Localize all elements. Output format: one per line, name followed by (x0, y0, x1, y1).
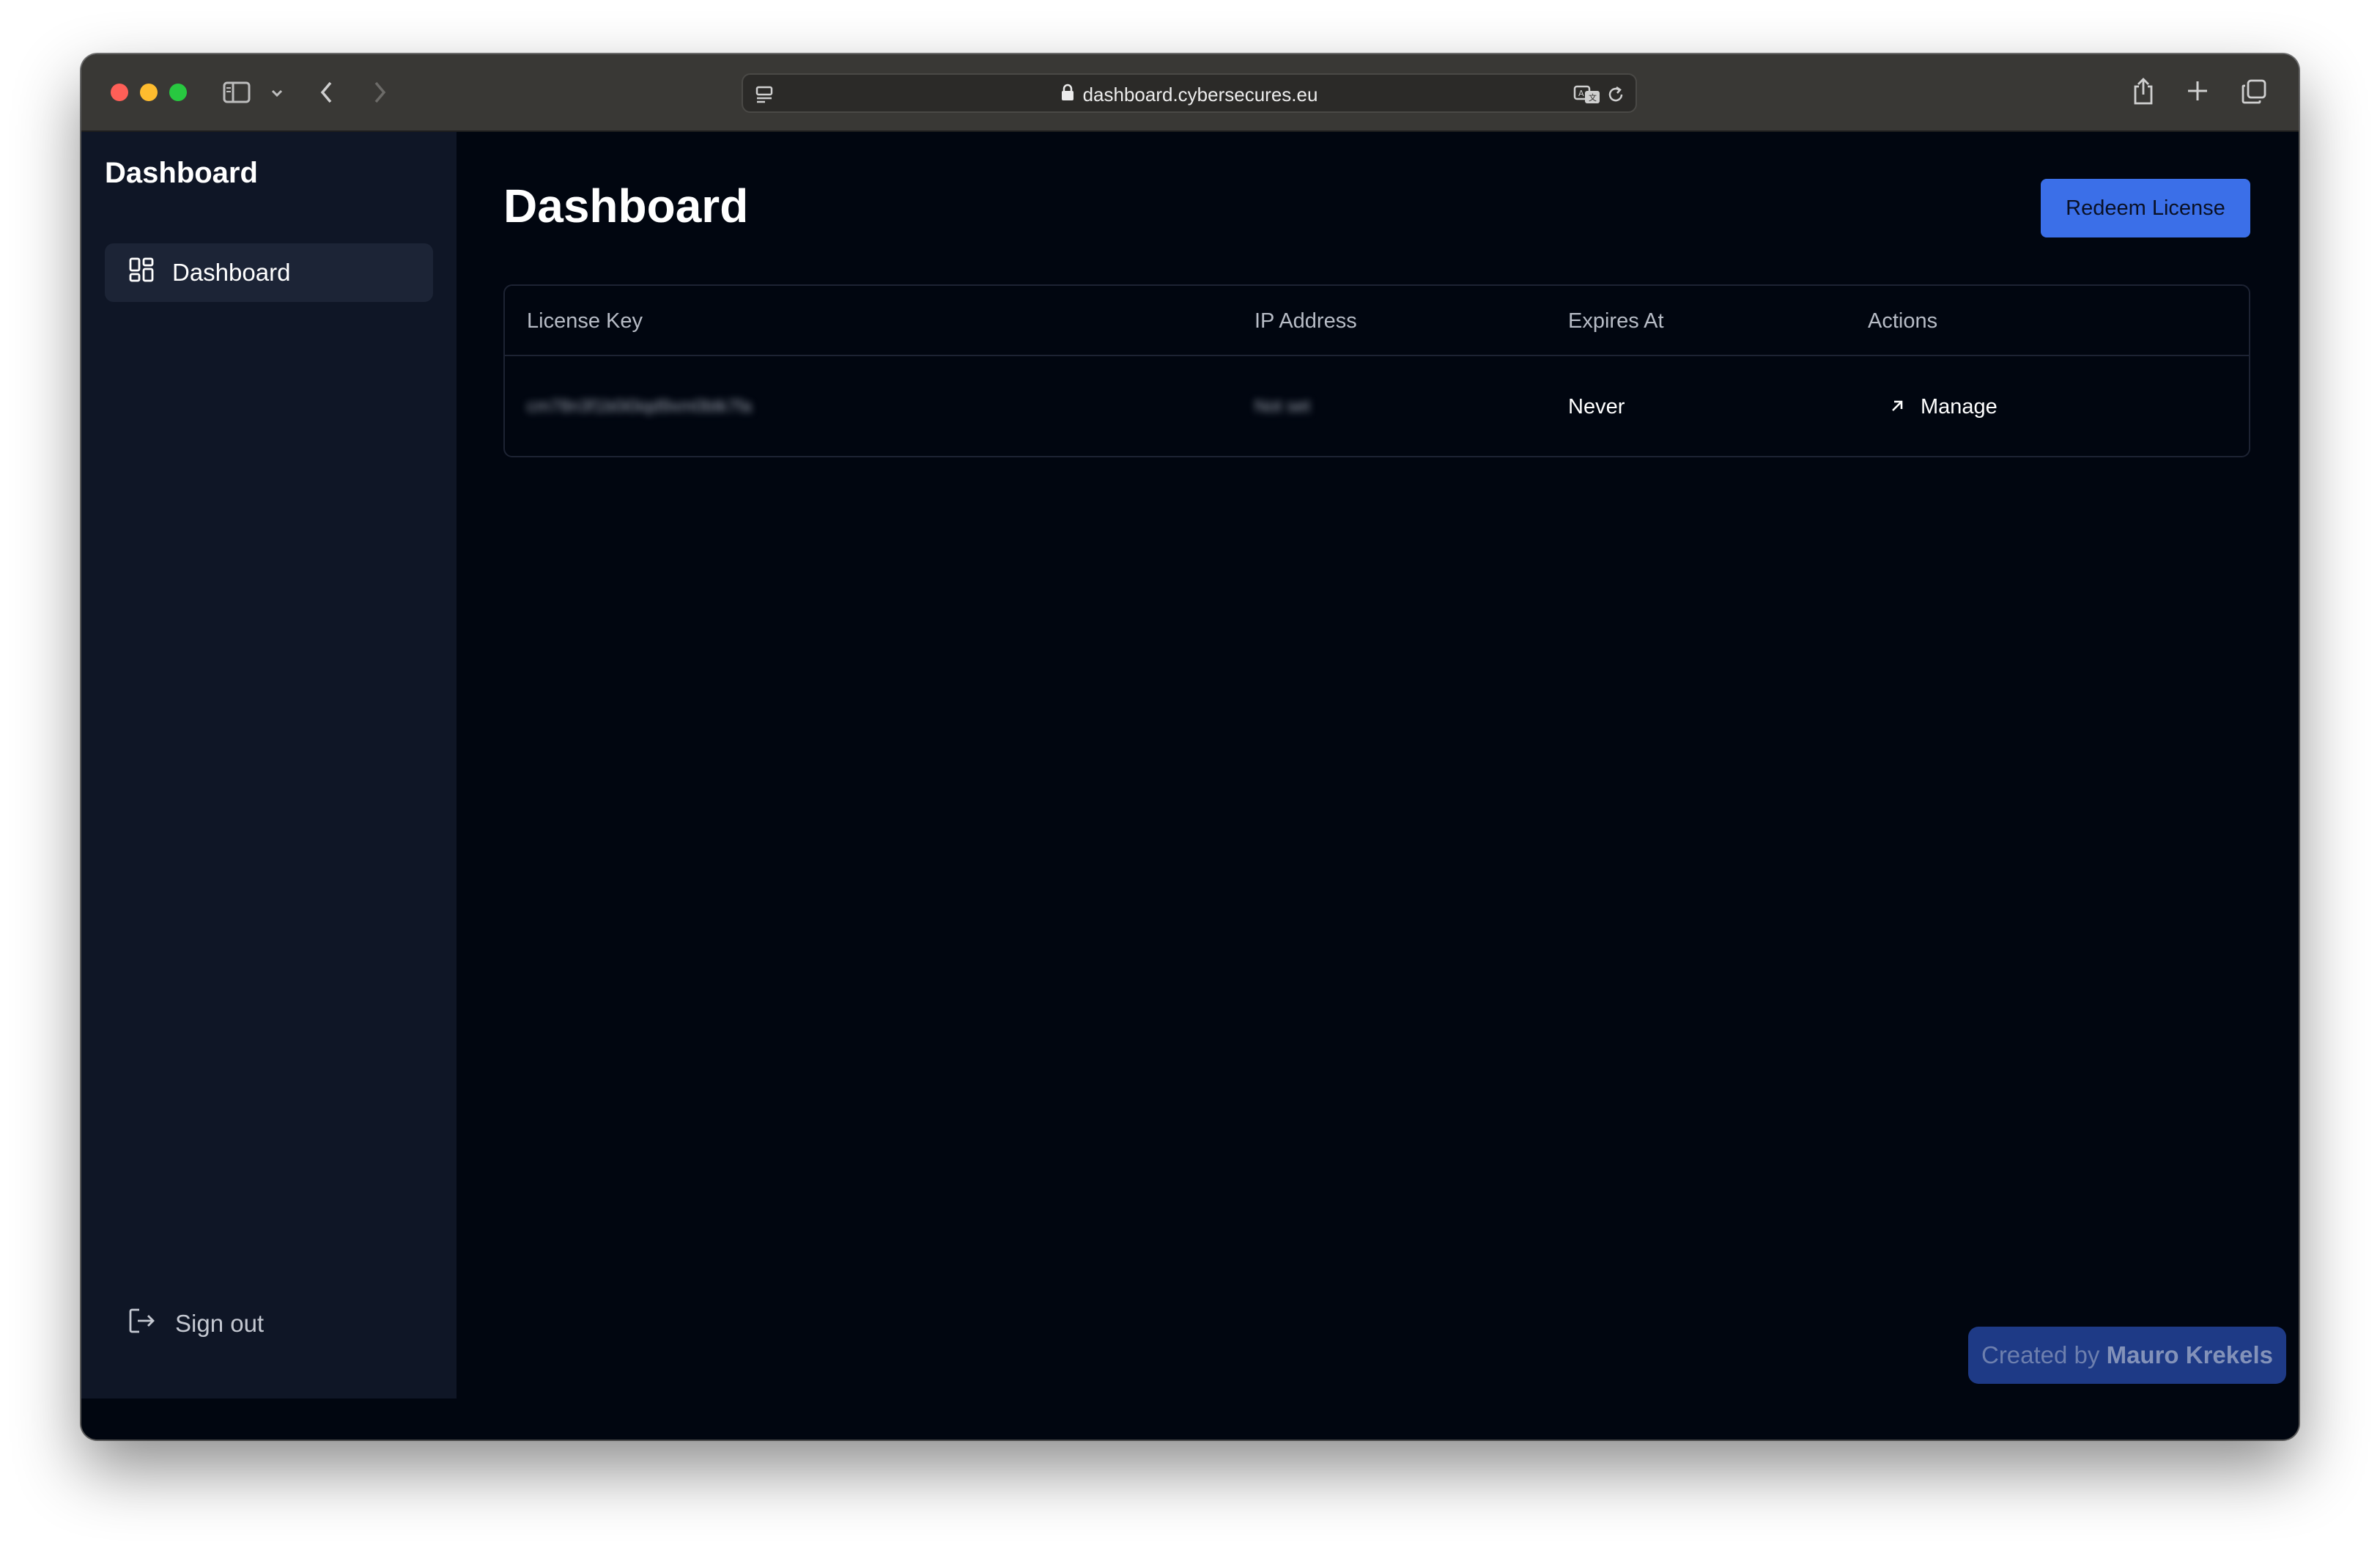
column-header-ip-address: IP Address (1254, 309, 1357, 333)
table-row: cm78n3f1b0i0iqd9xm0btk7fa Not set Never … (505, 356, 2249, 457)
svg-text:文: 文 (1589, 92, 1597, 103)
reload-icon[interactable] (1605, 84, 1627, 106)
browser-titlebar: dashboard.cybersecures.eu A文 (81, 54, 2299, 132)
created-by-badge[interactable]: Created by Mauro Krekels (1968, 1327, 2286, 1384)
table-header: License Key IP Address Expires At Action… (505, 286, 2249, 356)
forward-icon[interactable] (369, 79, 391, 106)
license-table: License Key IP Address Expires At Action… (503, 284, 2250, 457)
redeem-license-button[interactable]: Redeem License (2041, 179, 2250, 237)
tab-overview-icon[interactable] (2240, 78, 2268, 106)
sidebar-toggle-icon[interactable] (222, 80, 251, 105)
share-icon[interactable] (2130, 75, 2157, 107)
back-icon[interactable] (316, 79, 338, 106)
minimize-window-button[interactable] (140, 84, 158, 101)
column-header-expires-at: Expires At (1568, 309, 1664, 333)
dashboard-grid-icon (128, 257, 155, 289)
column-header-license-key: License Key (527, 309, 643, 333)
sidebar-title: Dashboard (105, 157, 258, 189)
url-display[interactable]: dashboard.cybersecures.eu (743, 75, 1636, 114)
address-bar[interactable]: dashboard.cybersecures.eu A文 (742, 73, 1637, 113)
credit-author: Mauro Krekels (2106, 1341, 2274, 1368)
sidebar-item-label: Dashboard (172, 259, 291, 286)
sign-out-label: Sign out (175, 1310, 265, 1337)
column-header-actions: Actions (1868, 309, 1938, 333)
translate-icon[interactable]: A文 (1572, 84, 1602, 106)
manage-label: Manage (1921, 394, 1998, 419)
close-window-button[interactable] (111, 84, 128, 101)
browser-window: dashboard.cybersecures.eu A文 Dashboard D… (81, 54, 2299, 1440)
license-key-cell: cm78n3f1b0i0iqd9xm0btk7fa (527, 397, 752, 416)
zoom-window-button[interactable] (169, 84, 187, 101)
lock-icon (1061, 84, 1074, 106)
page-title: Dashboard (503, 180, 749, 232)
credit-prefix: Created by (1981, 1341, 2107, 1368)
chevron-down-icon[interactable] (269, 85, 285, 101)
sign-out-icon (128, 1308, 156, 1340)
svg-text:A: A (1578, 89, 1584, 98)
sidebar-item-dashboard[interactable]: Dashboard (105, 243, 433, 302)
manage-link[interactable]: Manage (1890, 356, 1998, 457)
sign-out-button[interactable]: Sign out (128, 1302, 264, 1346)
ip-address-cell: Not set (1254, 397, 1311, 416)
arrow-up-right-icon (1890, 395, 1904, 419)
main-content: Dashboard Redeem License License Key IP … (457, 132, 2299, 1398)
new-tab-icon[interactable] (2186, 79, 2209, 103)
url-text: dashboard.cybersecures.eu (1082, 83, 1318, 106)
sidebar: Dashboard Dashboard Sign out (81, 132, 457, 1398)
bottom-strip (81, 1398, 2299, 1440)
expires-at-cell: Never (1568, 394, 1625, 419)
